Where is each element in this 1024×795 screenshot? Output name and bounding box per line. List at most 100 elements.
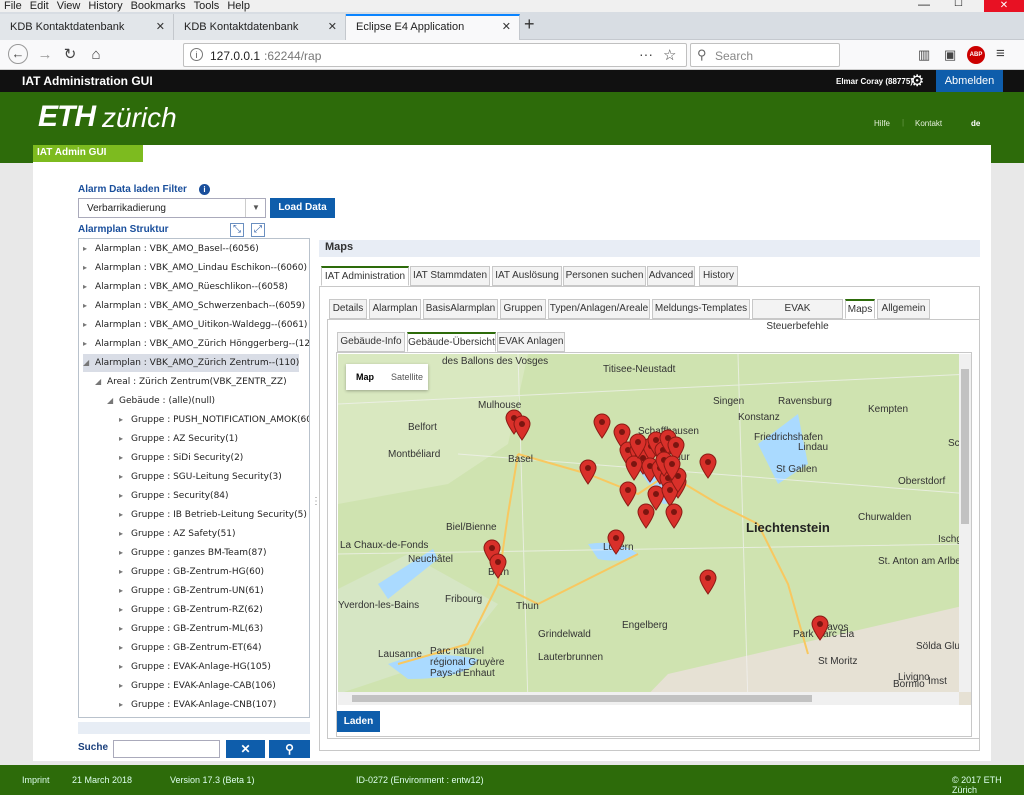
tree-item[interactable]: ▸ Gruppe : GB-Zentrum-HG(60) — [119, 563, 264, 581]
map-type-satellite[interactable]: Satellite — [386, 364, 428, 390]
expand-all-icon[interactable]: ⤢ — [251, 223, 265, 237]
close-tab-icon[interactable]: ✕ — [502, 16, 511, 38]
expand-arrow-icon[interactable]: ▸ — [119, 620, 131, 638]
tree-item[interactable]: ▸ Gruppe : EVAK-Anlage-HG(105) — [119, 658, 271, 676]
url-bar[interactable]: i 127.0.0.1 :62244/rap ··· ☆ — [183, 43, 687, 67]
tree-item[interactable]: ▸ Gruppe : SGU-Leitung Security(3) — [119, 468, 282, 486]
tree-item[interactable]: ◢ Alarmplan : VBK_AMO_Zürich Zentrum--(11… — [83, 354, 300, 372]
alarmplan-tree[interactable]: ▸ Alarmplan : VBK_AMO_Basel--(6056) ▸ Alarm… — [78, 238, 310, 718]
tree-item[interactable]: ▸ Alarmplan : VBK_AMO_Rüeschlikon--(6058) — [83, 278, 288, 296]
menu-edit[interactable]: Edit — [26, 1, 53, 12]
map-marker-icon[interactable] — [489, 553, 507, 579]
browser-tab-3[interactable]: Eclipse E4 Application (RCP/RAP)✕ — [346, 14, 520, 55]
tree-item[interactable]: ▸ Gruppe : EVAK-Anlage-CAB(106) — [119, 677, 276, 695]
tab1-iat-administration[interactable]: IAT Administration — [321, 266, 409, 286]
menu-view[interactable]: View — [53, 1, 85, 12]
expand-arrow-icon[interactable]: ▸ — [119, 639, 131, 657]
expand-arrow-icon[interactable]: ▸ — [119, 677, 131, 695]
expand-arrow-icon[interactable]: ▸ — [119, 468, 131, 486]
tab3-gebäude-info[interactable]: Gebäude-Info — [337, 332, 405, 352]
tab2-allgemein[interactable]: Allgemein — [877, 299, 930, 319]
back-icon[interactable]: ← — [8, 44, 28, 64]
tree-item[interactable]: ▸ Gruppe : IB Betrieb-Leitung Security(5) — [119, 506, 307, 524]
tree-item[interactable]: ◢ Gebäude : (alle)(null) — [107, 392, 215, 410]
tree-item[interactable]: ▸ Gruppe : ganzes BM-Team(87) — [119, 544, 266, 562]
tree-scrollbar[interactable] — [78, 722, 310, 734]
expand-arrow-icon[interactable]: ▸ — [83, 278, 95, 296]
tree-item[interactable]: ▸ Gruppe : AZ Safety(51) — [119, 525, 236, 543]
laden-button[interactable]: Laden — [337, 711, 380, 732]
menu-help[interactable]: Help — [223, 1, 254, 12]
tree-item[interactable]: ▸ Gruppe : AZ Security(1) — [119, 430, 238, 448]
search-button[interactable]: ⚲ — [269, 740, 310, 758]
map-marker-icon[interactable] — [513, 415, 531, 441]
map-marker-icon[interactable] — [699, 569, 717, 595]
map-marker-icon[interactable] — [607, 529, 625, 555]
expand-arrow-icon[interactable]: ▸ — [119, 449, 131, 467]
tab1-personen-suchen[interactable]: Personen suchen — [563, 266, 646, 286]
tree-item[interactable]: ▸ Gruppe : EVAK-Anlage-CNB(107) — [119, 696, 276, 714]
map-marker-icon[interactable] — [665, 503, 683, 529]
tab1-iat-auslösung[interactable]: IAT Auslösung — [492, 266, 562, 286]
expand-arrow-icon[interactable]: ▸ — [83, 297, 95, 315]
tree-item[interactable]: ▸ Alarmplan : VBK_AMO_Uitikon-Waldegg--(6… — [83, 316, 307, 334]
tab2-alarmplan[interactable]: Alarmplan — [369, 299, 421, 319]
menu-tools[interactable]: Tools — [190, 1, 224, 12]
imprint-link[interactable]: Imprint — [22, 775, 50, 785]
tab2-typen-anlagen-areale[interactable]: Typen/Anlagen/Areale — [548, 299, 650, 319]
expand-arrow-icon[interactable]: ▸ — [83, 259, 95, 277]
logout-button[interactable]: Abmelden — [936, 70, 1003, 92]
info-icon[interactable]: i — [199, 184, 210, 195]
minimize-icon[interactable]: — — [918, 0, 930, 11]
map-marker-icon[interactable] — [619, 481, 637, 507]
tree-search-input[interactable] — [113, 740, 220, 758]
help-link[interactable]: Hilfe — [874, 119, 890, 128]
tree-item[interactable]: ▸ Gruppe : GB-Zentrum-ET(64) — [119, 639, 262, 657]
tab2-basisalarmplan[interactable]: BasisAlarmplan — [423, 299, 498, 319]
tree-item[interactable]: ▸ Gruppe : SiDi Security(2) — [119, 449, 243, 467]
clear-search-button[interactable]: ✕ — [226, 740, 265, 758]
tab3-evak-anlagen[interactable]: EVAK Anlagen — [497, 332, 565, 352]
page-actions-icon[interactable]: ··· — [639, 46, 653, 62]
close-tab-icon[interactable]: ✕ — [328, 14, 337, 40]
map-marker-icon[interactable] — [637, 503, 655, 529]
expand-arrow-icon[interactable]: ▸ — [119, 658, 131, 676]
expand-arrow-icon[interactable]: ▸ — [119, 601, 131, 619]
tree-item[interactable]: ▸ Gruppe : GB-Zentrum-ML(63) — [119, 620, 263, 638]
tree-item[interactable]: ▸ Gruppe : GB-Zentrum-RZ(62) — [119, 601, 263, 619]
close-tab-icon[interactable]: ✕ — [156, 14, 165, 40]
expand-arrow-icon[interactable]: ▸ — [83, 335, 95, 353]
home-icon[interactable]: ⌂ — [86, 45, 106, 65]
tree-item[interactable]: ▸ Alarmplan : VBK_AMO_Basel--(6056) — [83, 240, 259, 258]
scrollbar-thumb[interactable] — [961, 369, 969, 524]
tree-item[interactable]: ▸ Gruppe : Security(84) — [119, 487, 229, 505]
menu-file[interactable]: File — [0, 1, 26, 12]
expand-arrow-icon[interactable]: ▸ — [119, 563, 131, 581]
expand-arrow-icon[interactable]: ▸ — [119, 487, 131, 505]
menu-history[interactable]: History — [84, 1, 126, 12]
adblock-icon[interactable]: ABP — [967, 46, 985, 64]
google-map[interactable]: Map Satellite des Ballons des Vosges Titi… — [338, 354, 971, 705]
library-icon[interactable]: ▥ — [918, 47, 930, 63]
expand-arrow-icon[interactable]: ▸ — [83, 316, 95, 334]
expand-arrow-icon[interactable]: ▸ — [119, 411, 131, 429]
tab1-iat-stammdaten[interactable]: IAT Stammdaten — [410, 266, 490, 286]
tab1-advanced[interactable]: Advanced — [647, 266, 695, 286]
info-icon[interactable]: i — [190, 48, 203, 61]
map-marker-icon[interactable] — [663, 455, 681, 481]
settings-gear-icon[interactable]: ⚙ — [910, 71, 924, 91]
map-type-map[interactable]: Map — [346, 364, 384, 390]
menu-bookmarks[interactable]: Bookmarks — [127, 1, 190, 12]
expand-arrow-icon[interactable]: ▸ — [119, 506, 131, 524]
map-marker-icon[interactable] — [579, 459, 597, 485]
map-horizontal-scrollbar[interactable] — [338, 692, 959, 705]
language-link[interactable]: de — [971, 119, 980, 128]
tree-item[interactable]: ▸ Alarmplan : VBK_AMO_Schwerzenbach--(605… — [83, 297, 305, 315]
expand-arrow-icon[interactable]: ▸ — [119, 525, 131, 543]
hamburger-menu-icon[interactable]: ≡ — [996, 45, 1005, 62]
map-marker-icon[interactable] — [593, 413, 611, 439]
tree-item[interactable]: ◢ Areal : Zürich Zentrum(VBK_ZENTR_ZZ) — [95, 373, 287, 391]
maximize-icon[interactable]: ☐ — [954, 0, 963, 9]
tab2-evak-steuerbefehle[interactable]: EVAK Steuerbefehle — [752, 299, 843, 332]
filter-select[interactable]: Verbarrikadierung ▼ — [78, 198, 266, 218]
